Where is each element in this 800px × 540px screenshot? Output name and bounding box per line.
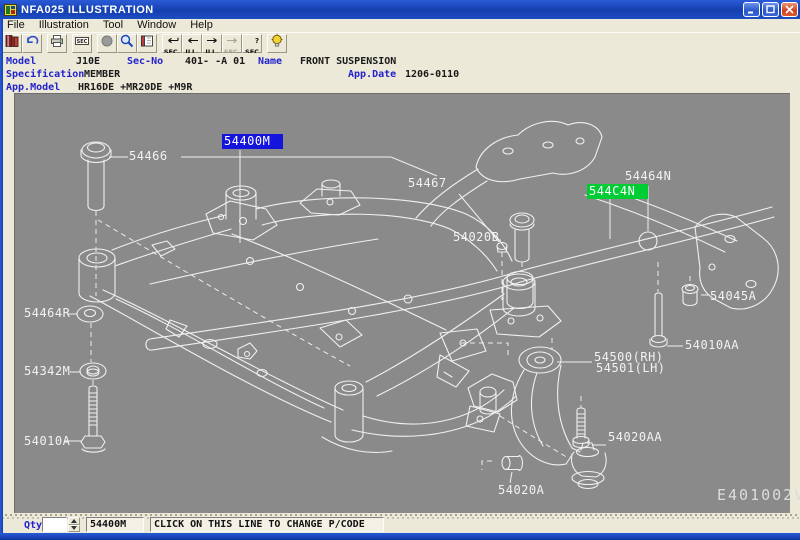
part-label-54464R[interactable]: 54464R bbox=[24, 307, 70, 320]
suspension-line-drawing bbox=[0, 0, 800, 540]
part-label-544C4N[interactable]: 544C4N bbox=[587, 184, 648, 199]
selected-part-code-field[interactable]: 54400M bbox=[86, 517, 144, 532]
part-label-54466[interactable]: 54466 bbox=[129, 150, 168, 163]
part-label-54464N[interactable]: 54464N bbox=[625, 170, 671, 183]
qty-input[interactable] bbox=[42, 517, 67, 532]
window-border-bottom bbox=[0, 533, 800, 540]
qty-label: Qty bbox=[24, 520, 42, 531]
part-label-54010AA[interactable]: 54010AA bbox=[685, 339, 739, 352]
part-label-54342M[interactable]: 54342M bbox=[24, 365, 70, 378]
arrow-up-icon bbox=[71, 519, 77, 523]
part-label-54467[interactable]: 54467 bbox=[408, 177, 447, 190]
diagram-ref-code: E401002V bbox=[717, 489, 800, 502]
pcode-hint-field[interactable]: CLICK ON THIS LINE TO CHANGE P/CODE bbox=[150, 517, 384, 532]
arrow-down-icon bbox=[71, 526, 77, 530]
part-label-54020AA[interactable]: 54020AA bbox=[608, 431, 662, 444]
part-label-54045A[interactable]: 54045A bbox=[710, 290, 756, 303]
part-label-54020B[interactable]: 54020B bbox=[453, 231, 499, 244]
qty-stepper bbox=[68, 517, 80, 532]
qty-step-down-button[interactable] bbox=[68, 525, 80, 533]
qty-step-up-button[interactable] bbox=[68, 517, 80, 525]
status-bar: Qty 54400M CLICK ON THIS LINE TO CHANGE … bbox=[0, 519, 800, 533]
application-window: NFA025 ILLUSTRATION FileIllustrationTool… bbox=[0, 0, 800, 540]
part-label-54020A[interactable]: 54020A bbox=[498, 484, 544, 497]
part-label-54400M[interactable]: 54400M bbox=[222, 134, 283, 149]
part-label-54010A[interactable]: 54010A bbox=[24, 435, 70, 448]
window-border-left bbox=[0, 19, 3, 540]
part-label-54501LH[interactable]: 54501(LH) bbox=[596, 362, 666, 375]
